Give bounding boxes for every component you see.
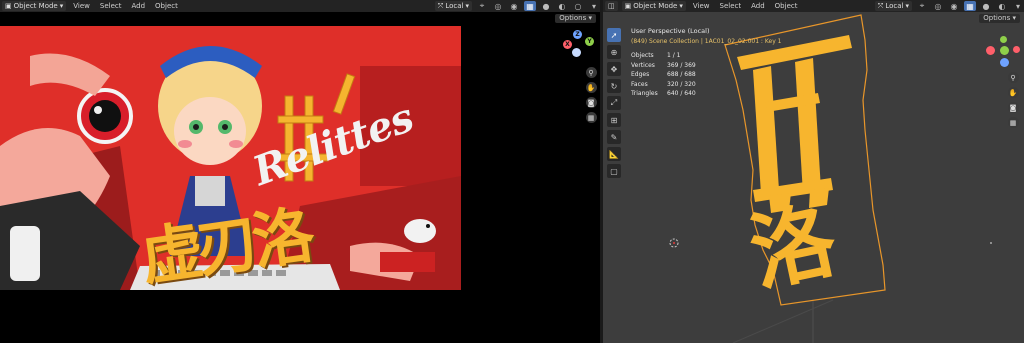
move-icon[interactable]: ✥ [607,62,621,76]
left-axis-gizmo[interactable]: Z Y X [563,28,600,64]
shading-material-icon[interactable]: ◐ [996,1,1008,11]
stat-label: Vertices [631,61,655,69]
left-header: ▣ Object Mode ▾ View Select Add Object ⤧… [0,0,600,12]
object-mode-icon: ▣ [5,2,12,10]
camera-icon[interactable]: ◙ [1007,102,1019,113]
tool-shelf: ➚ ⊕ ✥ ↻ ⤢ ⊞ ✎ 📐 ▢ [607,28,621,178]
chevron-down-icon: ▾ [905,2,909,10]
editor-type-selector[interactable]: ◫ [605,1,618,11]
scene-statistics: Objects 1 / 1 Vertices 369 / 369 Edges 6… [631,51,781,99]
gizmo-neg-z-icon[interactable] [572,48,581,57]
right-options-button[interactable]: Options ▾ [979,13,1020,23]
shading-rendered-icon[interactable]: ○ [572,1,584,11]
camera-icon[interactable]: ◙ [585,97,597,108]
transform-icon[interactable]: ⊞ [607,113,621,127]
grid-icon[interactable]: ▦ [585,112,597,123]
left-transform-label: Local [445,2,464,10]
gizmo-y-pos-icon[interactable] [1000,46,1009,55]
shading-options-icon[interactable]: ▾ [588,1,600,11]
chevron-down-icon: ▾ [59,2,64,10]
viewport-info-overlay: User Perspective (Local) (849) Scene Col… [631,27,781,99]
pan-hand-icon[interactable]: ✋ [1007,87,1019,98]
right-menu-add[interactable]: Add [748,2,768,10]
gizmo-z-icon[interactable] [1000,58,1009,67]
xray-toggle-icon[interactable]: ▦ [964,1,976,11]
left-navigation-controls: ⚲ ✋ ◙ ▦ [585,67,597,123]
right-viewport[interactable]: 洛 ◫ ▣ Object Mode ▾ View Select Add Obje… [603,0,1024,343]
xray-toggle-icon[interactable]: ▦ [524,1,536,11]
stat-value: 640 / 640 [667,90,696,97]
orientation-icon: ⤧ [877,1,884,10]
shading-material-icon[interactable]: ◐ [556,1,568,11]
right-menu-select[interactable]: Select [717,2,745,10]
left-menu-add[interactable]: Add [128,2,148,10]
viewport-editor-icon: ◫ [608,2,615,10]
collection-info: (849) Scene Collection | 1AC01_02_02.001… [631,37,782,45]
right-navigation-controls: ⚲ ✋ ◙ ▦ [1007,72,1019,128]
right-transform-label: Local [885,2,904,10]
pan-hand-icon[interactable]: ✋ [585,82,597,93]
visibility-icon[interactable]: ◉ [948,1,960,11]
gizmo-y-icon[interactable] [1000,36,1007,43]
left-options-button[interactable]: Options ▾ [555,13,596,23]
chevron-down-icon: ▾ [465,2,469,10]
left-viewport[interactable]: ▣ Object Mode ▾ View Select Add Object ⤧… [0,0,600,343]
left-transform-orientation[interactable]: ⤧ Local ▾ [434,1,472,11]
visibility-icon[interactable]: ◉ [508,1,520,11]
snap-icon[interactable]: ⌖ [476,1,488,11]
right-menu-object[interactable]: Object [772,2,801,10]
shading-solid-icon[interactable]: ● [980,1,992,11]
chevron-down-icon: ▾ [679,2,683,10]
mesh-kanji-glyph: 洛 [741,190,845,304]
stat-value: 688 / 688 [667,71,696,78]
render-preview-image: Relittes 虚刃洛 [0,26,461,290]
scale-icon[interactable]: ⤢ [607,96,621,110]
proportional-edit-icon[interactable]: ◎ [932,1,944,11]
left-menu-object[interactable]: Object [152,2,181,10]
measure-icon[interactable]: 📐 [607,147,621,161]
right-mode-selector[interactable]: ▣ Object Mode ▾ [621,1,686,11]
stat-value: 320 / 320 [667,80,696,88]
cursor-3d-icon[interactable]: ⊕ [607,45,621,59]
view-title: User Perspective (Local) [631,27,710,35]
stat-label: Triangles [631,90,658,97]
shading-solid-icon[interactable]: ● [540,1,552,11]
select-cursor-icon[interactable]: ➚ [607,28,621,42]
snap-icon[interactable]: ⌖ [916,1,928,11]
grid-icon[interactable]: ▦ [1007,117,1019,128]
stat-value: 1 / 1 [667,52,681,59]
left-menu-view[interactable]: View [70,2,93,10]
right-mode-label: Object Mode [633,2,678,10]
orientation-icon: ⤧ [437,1,444,10]
gizmo-neg-x-icon[interactable] [1013,46,1020,53]
left-menu-select[interactable]: Select [97,2,125,10]
stat-label: Objects [631,52,654,59]
stat-label: Faces [631,80,648,88]
proportional-edit-icon[interactable]: ◎ [492,1,504,11]
shading-options-icon[interactable]: ▾ [1012,1,1024,11]
zoom-icon[interactable]: ⚲ [1007,72,1019,83]
stat-value: 369 / 369 [667,61,696,69]
gizmo-x-icon[interactable] [986,46,995,55]
left-mode-selector[interactable]: ▣ Object Mode ▾ [2,1,67,11]
stat-label: Edges [631,71,650,78]
zoom-icon[interactable]: ⚲ [585,67,597,78]
right-menu-view[interactable]: View [690,2,713,10]
gizmo-z-icon[interactable]: Z [573,30,582,39]
annotate-icon[interactable]: ✎ [607,130,621,144]
gizmo-x-icon[interactable]: X [563,40,572,49]
right-transform-orientation[interactable]: ⤧ Local ▾ [874,1,912,11]
left-mode-label: Object Mode [13,2,58,10]
object-mode-icon: ▣ [624,2,632,10]
gizmo-y-icon[interactable]: Y [585,37,594,46]
add-cube-icon[interactable]: ▢ [607,164,621,178]
rotate-icon[interactable]: ↻ [607,79,621,93]
right-axis-gizmo[interactable] [986,36,1024,72]
right-header: ◫ ▣ Object Mode ▾ View Select Add Object… [603,0,1024,12]
